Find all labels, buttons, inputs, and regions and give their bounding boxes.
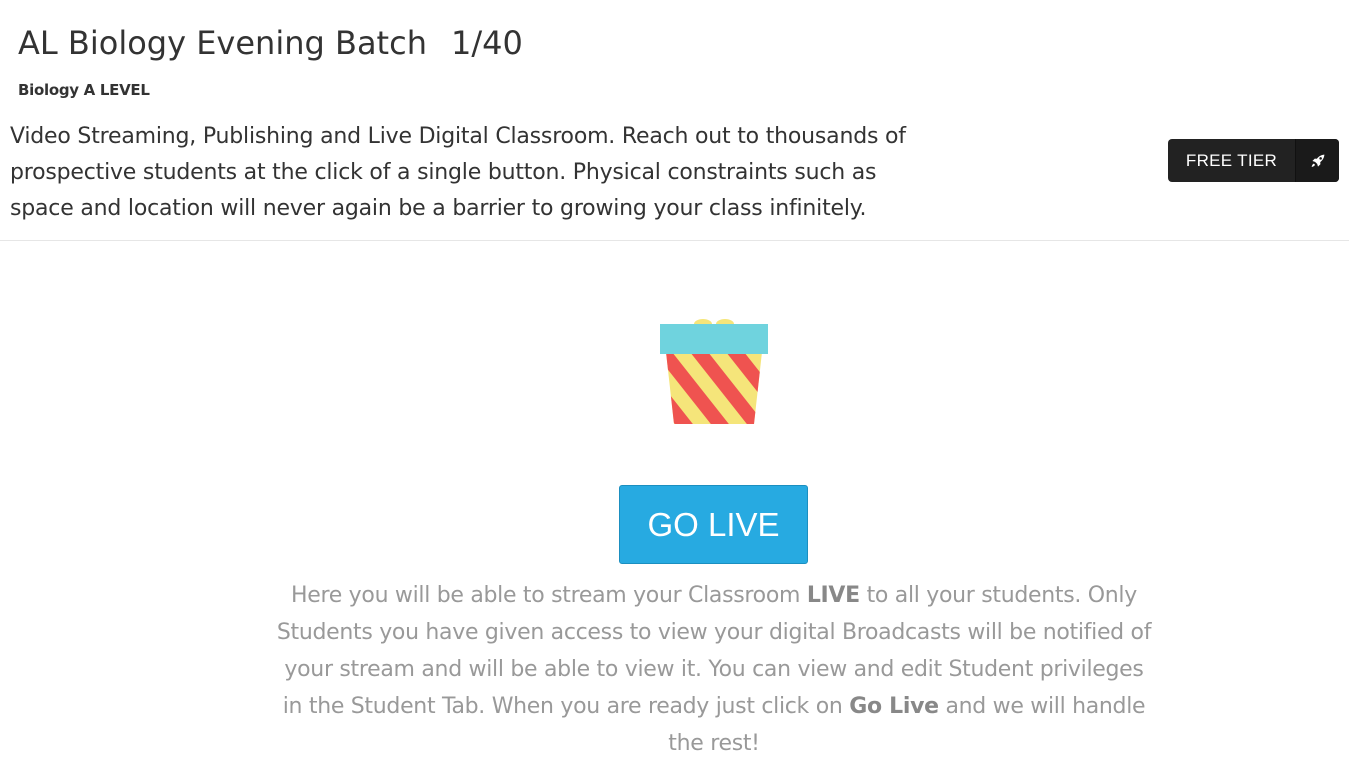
course-title-row: AL Biology Evening Batch 1/40 — [18, 22, 523, 64]
course-title: AL Biology Evening Batch — [18, 24, 427, 62]
rocket-icon — [1295, 139, 1339, 182]
free-tier-button[interactable]: FREE TIER — [1168, 139, 1339, 182]
gift-icon — [658, 318, 770, 428]
go-live-info: Here you will be able to stream your Cla… — [274, 577, 1154, 762]
course-description: Video Streaming, Publishing and Live Dig… — [10, 124, 906, 221]
tier-label: FREE TIER — [1185, 150, 1278, 170]
course-header: AL Biology Evening Batch 1/40 Biology A L… — [0, 0, 1349, 241]
course-subject: Biology A LEVEL — [18, 81, 150, 99]
info-bold-live: LIVE — [806, 583, 860, 608]
student-count: 1/40 — [450, 24, 523, 62]
info-text-1: Here you will be able to stream your Cla… — [291, 583, 807, 608]
info-bold-go-live: Go Live — [849, 694, 939, 719]
go-live-button[interactable]: GO LIVE — [619, 485, 808, 564]
